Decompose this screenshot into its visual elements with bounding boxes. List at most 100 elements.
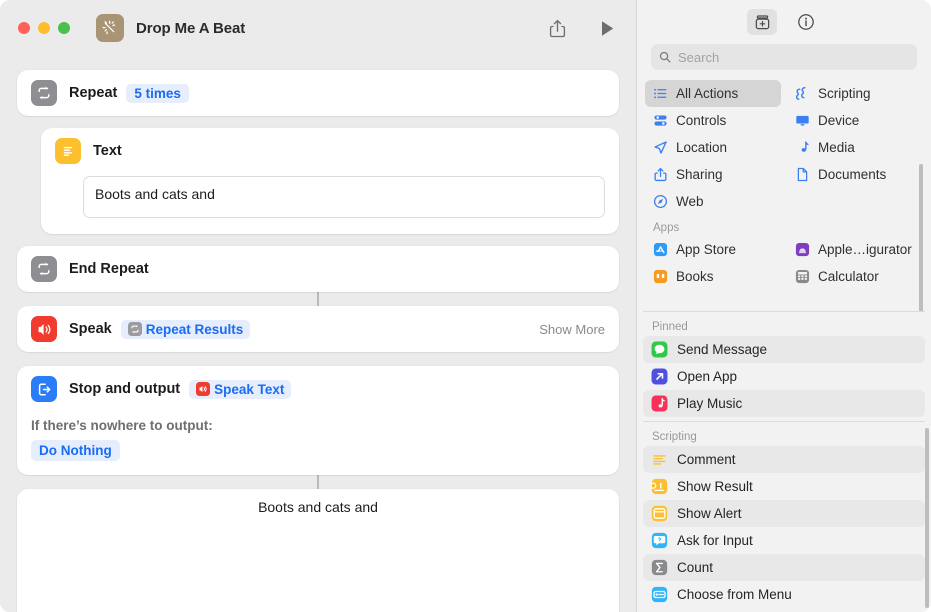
category-label: Controls — [676, 113, 727, 128]
app-item-apple-configurator[interactable]: Apple…igurator — [787, 236, 923, 263]
category-device[interactable]: Device — [787, 107, 923, 134]
pinned-section-header: Pinned — [652, 321, 688, 333]
stop-output-fallback-menu[interactable]: Do Nothing — [31, 440, 120, 461]
app-item-app-store[interactable]: App Store — [645, 236, 781, 263]
category-label: Scripting — [818, 86, 871, 101]
stop-output-variable-token[interactable]: Speak Text — [189, 379, 292, 399]
action-list-panel[interactable]: Pinned Send Message Open App Play Music … — [637, 312, 931, 612]
action-item-ask-for-input[interactable]: Ask for Input — [643, 527, 925, 554]
action-item-show-result[interactable]: Show Result — [643, 473, 925, 500]
action-item-comment[interactable]: Comment — [643, 446, 925, 473]
stop-output-icon — [31, 376, 57, 402]
action-item-label: Play Music — [677, 396, 743, 411]
music-note-icon — [794, 140, 810, 155]
speak-variable-token[interactable]: Repeat Results — [120, 319, 251, 339]
location-arrow-icon — [652, 140, 668, 155]
show-alert-icon — [651, 505, 668, 522]
list-bullet-icon — [652, 86, 668, 101]
action-item-label: Count — [677, 560, 714, 575]
scripting-icon — [794, 86, 810, 101]
category-sharing[interactable]: Sharing — [645, 161, 781, 188]
share-button[interactable] — [542, 13, 572, 43]
category-label: Documents — [818, 167, 887, 182]
output-preview-card: Boots and cats and — [17, 489, 619, 612]
zoom-button[interactable] — [58, 22, 70, 34]
shortcut-editor-pane: Drop Me A Beat Repeat 5 times Text Boots… — [0, 0, 636, 612]
apps-section-header: Apps — [653, 222, 680, 234]
books-icon — [652, 269, 668, 284]
share-icon — [549, 19, 565, 37]
shortcut-info-button[interactable] — [791, 9, 821, 35]
category-scrollbar[interactable] — [919, 164, 923, 311]
action-item-send-message[interactable]: Send Message — [643, 336, 925, 363]
app-item-calculator[interactable]: Calculator — [787, 263, 923, 290]
workflow-canvas[interactable]: Repeat 5 times Text Boots and cats and E… — [0, 56, 636, 612]
action-item-label: Comment — [677, 452, 736, 467]
scripting-section-header: Scripting — [652, 431, 697, 443]
sidebar-toolbar — [637, 0, 931, 44]
token-label: Repeat Results — [145, 321, 244, 337]
search-icon — [659, 51, 671, 63]
action-card-repeat[interactable]: Repeat 5 times — [17, 70, 619, 116]
app-label: Apple…igurator — [818, 242, 912, 257]
traffic-lights — [18, 22, 70, 34]
repeat-icon — [31, 256, 57, 282]
search-placeholder: Search — [678, 49, 720, 65]
run-shortcut-button[interactable] — [592, 13, 622, 43]
category-documents[interactable]: Documents — [787, 161, 923, 188]
shortcut-wand-icon — [96, 14, 124, 42]
category-media[interactable]: Media — [787, 134, 923, 161]
category-all-actions[interactable]: All Actions — [645, 80, 781, 107]
apple-configurator-icon — [794, 242, 810, 257]
action-library-icon — [755, 14, 769, 29]
page-title: Drop Me A Beat — [136, 19, 246, 37]
display-icon — [794, 113, 810, 128]
action-item-choose-from-menu[interactable]: Choose from Menu — [643, 581, 925, 608]
document-icon — [794, 167, 810, 182]
app-store-icon — [652, 242, 668, 257]
category-location[interactable]: Location — [645, 134, 781, 161]
category-label: All Actions — [676, 86, 739, 101]
action-card-speak[interactable]: Speak Repeat Results Show More — [17, 306, 619, 352]
text-icon — [55, 138, 81, 164]
repeat-icon — [31, 80, 57, 106]
action-library-button[interactable] — [747, 9, 777, 35]
category-scripting[interactable]: Scripting — [787, 80, 923, 107]
repeat-count-token[interactable]: 5 times — [126, 83, 189, 103]
action-title: Text — [93, 143, 122, 159]
calculator-icon — [794, 269, 810, 284]
action-title: Speak — [69, 321, 112, 337]
action-item-label: Open App — [677, 369, 738, 384]
category-grid: All Actions Scripting Controls Device Lo… — [643, 80, 925, 290]
action-item-label: Choose from Menu — [677, 587, 792, 602]
minimize-button[interactable] — [38, 22, 50, 34]
action-item-count[interactable]: Count — [643, 554, 925, 581]
app-item-books[interactable]: Books — [645, 263, 781, 290]
action-item-show-alert[interactable]: Show Alert — [643, 500, 925, 527]
action-item-label: Ask for Input — [677, 533, 753, 548]
action-card-stop-and-output[interactable]: Stop and output Speak Text If there’s no… — [17, 366, 619, 475]
category-label: Web — [676, 194, 704, 209]
action-card-text[interactable]: Text Boots and cats and — [41, 128, 619, 234]
action-item-open-app[interactable]: Open App — [643, 363, 925, 390]
action-card-end-repeat[interactable]: End Repeat — [17, 246, 619, 292]
category-web[interactable]: Web — [645, 188, 781, 215]
text-value-input[interactable]: Boots and cats and — [83, 176, 605, 218]
category-scroll-panel[interactable]: All Actions Scripting Controls Device Lo… — [643, 80, 925, 312]
action-item-play-music[interactable]: Play Music — [643, 390, 925, 417]
show-more-button[interactable]: Show More — [539, 322, 605, 337]
action-item-label: Send Message — [677, 342, 768, 357]
info-circle-icon — [798, 14, 814, 30]
close-button[interactable] — [18, 22, 30, 34]
open-app-icon — [651, 368, 668, 385]
app-label: Calculator — [818, 269, 879, 284]
search-container: Search — [637, 44, 931, 80]
app-label: Books — [676, 269, 714, 284]
search-input[interactable]: Search — [651, 44, 917, 70]
action-item-label: Show Result — [677, 479, 753, 494]
category-label: Device — [818, 113, 860, 128]
action-list-scrollbar[interactable] — [925, 428, 929, 608]
choose-menu-icon — [651, 586, 668, 603]
app-label: App Store — [676, 242, 737, 257]
category-controls[interactable]: Controls — [645, 107, 781, 134]
